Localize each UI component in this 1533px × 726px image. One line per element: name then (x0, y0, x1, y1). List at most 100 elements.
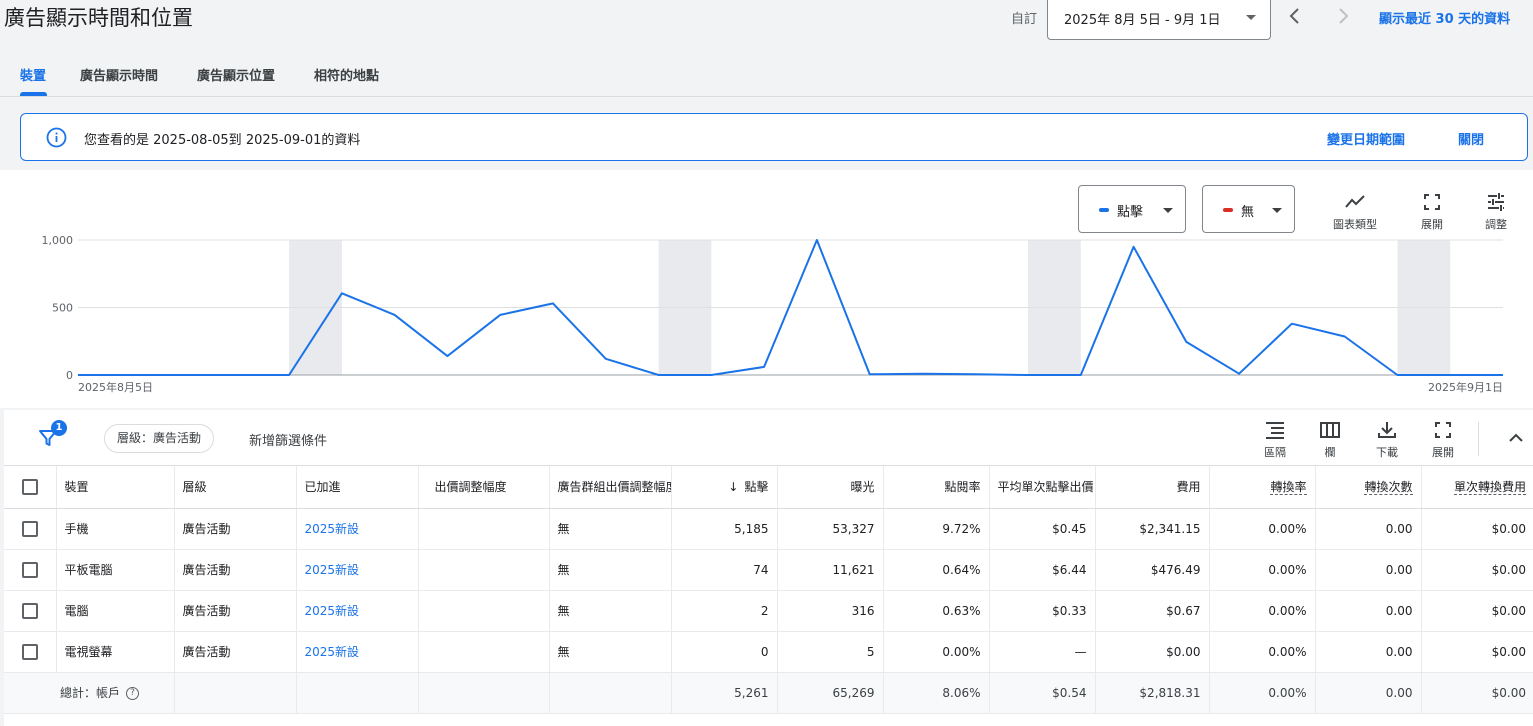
y-tick-label: 1,000 (42, 234, 74, 247)
cell-impressions: 11,621 (776, 549, 883, 591)
change-date-range-link[interactable]: 變更日期範圍 (1327, 129, 1405, 148)
row-select-cell (4, 549, 56, 591)
close-banner-link[interactable]: 關閉 (1458, 129, 1484, 148)
col-header-clicks[interactable]: ↓ 點擊 (670, 466, 777, 509)
segment-button[interactable]: 區隔 (1261, 420, 1289, 460)
col-header-conv-rate-label: 轉換率 (1270, 480, 1307, 496)
chart-expand-button[interactable]: 展開 (1414, 192, 1450, 232)
cell-avg-cpc: $6.44 (988, 549, 1095, 591)
metric1-select[interactable]: 點擊 (1078, 185, 1186, 233)
cell-cost: $476.49 (1094, 549, 1209, 591)
cell-cost: $2,341.15 (1094, 508, 1209, 550)
x-start-label: 2025年8月5日 (78, 380, 153, 394)
total-cost-per-conv: $0.00 (1420, 672, 1533, 714)
table-panel: 1 層級：廣告活動 新增篩選條件 區隔 欄 下載 展開 裝置 層級 已加進 出價… (4, 410, 1533, 726)
col-header-conv-rate[interactable]: 轉換率 (1208, 466, 1315, 509)
columns-icon (1320, 422, 1340, 438)
col-header-bid-adj[interactable]: 出價調整幅度 (417, 466, 549, 509)
row-checkbox[interactable] (21, 602, 38, 619)
row-select-cell (4, 631, 56, 673)
cell-level: 廣告活動 (173, 590, 296, 632)
chevron-right-icon (1339, 8, 1349, 24)
last-30-days-link[interactable]: 顯示最近 30 天的資料 (1379, 8, 1510, 27)
cell-avg-cpc: — (988, 631, 1095, 673)
col-header-ctr[interactable]: 點閱率 (882, 466, 989, 509)
row-checkbox[interactable] (21, 561, 38, 578)
total-conv-rate: 0.00% (1208, 672, 1315, 714)
segment-label: 區隔 (1264, 446, 1286, 459)
toolbar-divider (1478, 422, 1479, 456)
cell-clicks: 0 (670, 631, 777, 673)
cell-conv-rate: 0.00% (1208, 549, 1315, 591)
table-total-row: 總計：帳戶? 5,261 65,269 8.06% $0.54 $2,818.31 0.00… (4, 672, 1533, 714)
added-link[interactable]: 2025新設 (305, 604, 360, 618)
info-banner: 您查看的是 2025-08-05到 2025-09-01的資料 變更日期範圍 關… (20, 113, 1528, 161)
help-icon[interactable]: ? (126, 687, 140, 700)
cell-added: 2025新設 (295, 631, 418, 673)
total-label: 總計：帳戶 (60, 686, 121, 700)
tab-matched-locations[interactable]: 相符的地點 (314, 65, 379, 84)
cell-level: 廣告活動 (173, 631, 296, 673)
cell-bid-adj (417, 549, 549, 591)
col-header-added[interactable]: 已加進 (295, 466, 418, 509)
col-header-cost[interactable]: 費用 (1094, 466, 1209, 509)
row-select-cell (4, 508, 56, 550)
added-link[interactable]: 2025新設 (305, 645, 360, 659)
total-avg-cpc: $0.54 (988, 672, 1095, 714)
date-range-value: 2025年 8月 5日 - 9月 1日 (1064, 13, 1221, 28)
table-row[interactable]: 電腦 廣告活動 2025新設 無 2 316 0.63% $0.33 $0.67 0.00% 0.0… (4, 590, 1533, 632)
row-checkbox[interactable] (21, 643, 38, 660)
cell-conv-rate: 0.00% (1208, 590, 1315, 632)
filter-chip-level[interactable]: 層級：廣告活動 (104, 424, 215, 453)
col-header-avg-cpc[interactable]: 平均單次點擊出價 (988, 466, 1095, 509)
added-link[interactable]: 2025新設 (305, 522, 360, 536)
table-row[interactable]: 平板電腦 廣告活動 2025新設 無 74 11,621 0.64% $6.44 $476.49… (4, 549, 1533, 591)
cell-impressions: 316 (776, 590, 883, 632)
col-header-cost-per-conv[interactable]: 單次轉換費用 (1420, 466, 1533, 509)
metric1-label: 點擊 (1117, 205, 1144, 220)
chart-adjust-label: 調整 (1485, 218, 1507, 231)
download-button[interactable]: 下載 (1374, 420, 1400, 460)
added-link[interactable]: 2025新設 (305, 563, 360, 577)
total-clicks: 5,261 (670, 672, 777, 714)
cell-level: 廣告活動 (173, 549, 296, 591)
cell-added: 2025新設 (295, 508, 418, 550)
line-chart-icon (1345, 195, 1365, 208)
sort-desc-icon: ↓ (728, 480, 739, 495)
table-row[interactable]: 電視螢幕 廣告活動 2025新設無 0 5 0.00% — $0.00 0.00% 0.00 $0.… (4, 631, 1533, 673)
tab-ad-schedule[interactable]: 廣告顯示時間 (80, 65, 158, 84)
col-header-ag-bid-adj[interactable]: 廣告群組出價調整幅度 (548, 466, 671, 509)
col-header-impressions[interactable]: 曝光 (776, 466, 883, 509)
cell-impressions: 5 (776, 631, 883, 673)
table-expand-button[interactable]: 展開 (1430, 420, 1456, 460)
columns-button[interactable]: 欄 (1318, 420, 1342, 460)
row-checkbox[interactable] (21, 520, 38, 537)
col-header-level[interactable]: 層級 (173, 466, 296, 509)
col-header-cost-per-conv-label: 單次轉換費用 (1453, 480, 1526, 496)
add-filter-button[interactable]: 新增篩選條件 (249, 430, 327, 449)
chart-type-button[interactable]: 圖表類型 (1328, 192, 1382, 232)
device-table: 裝置 層級 已加進 出價調整幅度 廣告群組出價調整幅度 ↓ 點擊 曝光 點閱率 平… (4, 466, 1533, 714)
total-empty-cell (548, 672, 671, 714)
cell-device: 平板電腦 (55, 549, 174, 591)
select-all-cell (4, 466, 56, 509)
chevron-up-icon[interactable] (1506, 428, 1526, 448)
cell-ag-bid-adj: 無 (548, 549, 671, 591)
tab-ad-placement[interactable]: 廣告顯示位置 (197, 65, 275, 84)
date-range-select[interactable]: 2025年 8月 5日 - 9月 1日 (1047, 0, 1271, 40)
chevron-left-icon[interactable] (1284, 4, 1306, 28)
banner-message: 您查看的是 2025-08-05到 2025-09-01的資料 (84, 133, 361, 148)
metric2-select[interactable]: 無 (1202, 185, 1295, 233)
cell-level: 廣告活動 (173, 508, 296, 550)
chart-adjust-button[interactable]: 調整 (1478, 192, 1514, 232)
col-header-device[interactable]: 裝置 (55, 466, 174, 509)
cell-device: 電腦 (55, 590, 174, 632)
select-all-checkbox[interactable] (21, 478, 38, 495)
cell-cost-per-conv: $0.00 (1420, 631, 1533, 673)
tab-devices[interactable]: 裝置 (20, 65, 46, 84)
chart-type-label: 圖表類型 (1333, 218, 1377, 231)
line-chart: 1,000 500 0 2025年8月5日 2025年9月1日 (42, 234, 1504, 394)
table-row[interactable]: 手機 廣告活動 2025新設 無 5,185 53,327 9.72% $0.45 $2,341… (4, 508, 1533, 550)
expand-icon (1424, 194, 1440, 210)
col-header-conversions[interactable]: 轉換次數 (1314, 466, 1421, 509)
